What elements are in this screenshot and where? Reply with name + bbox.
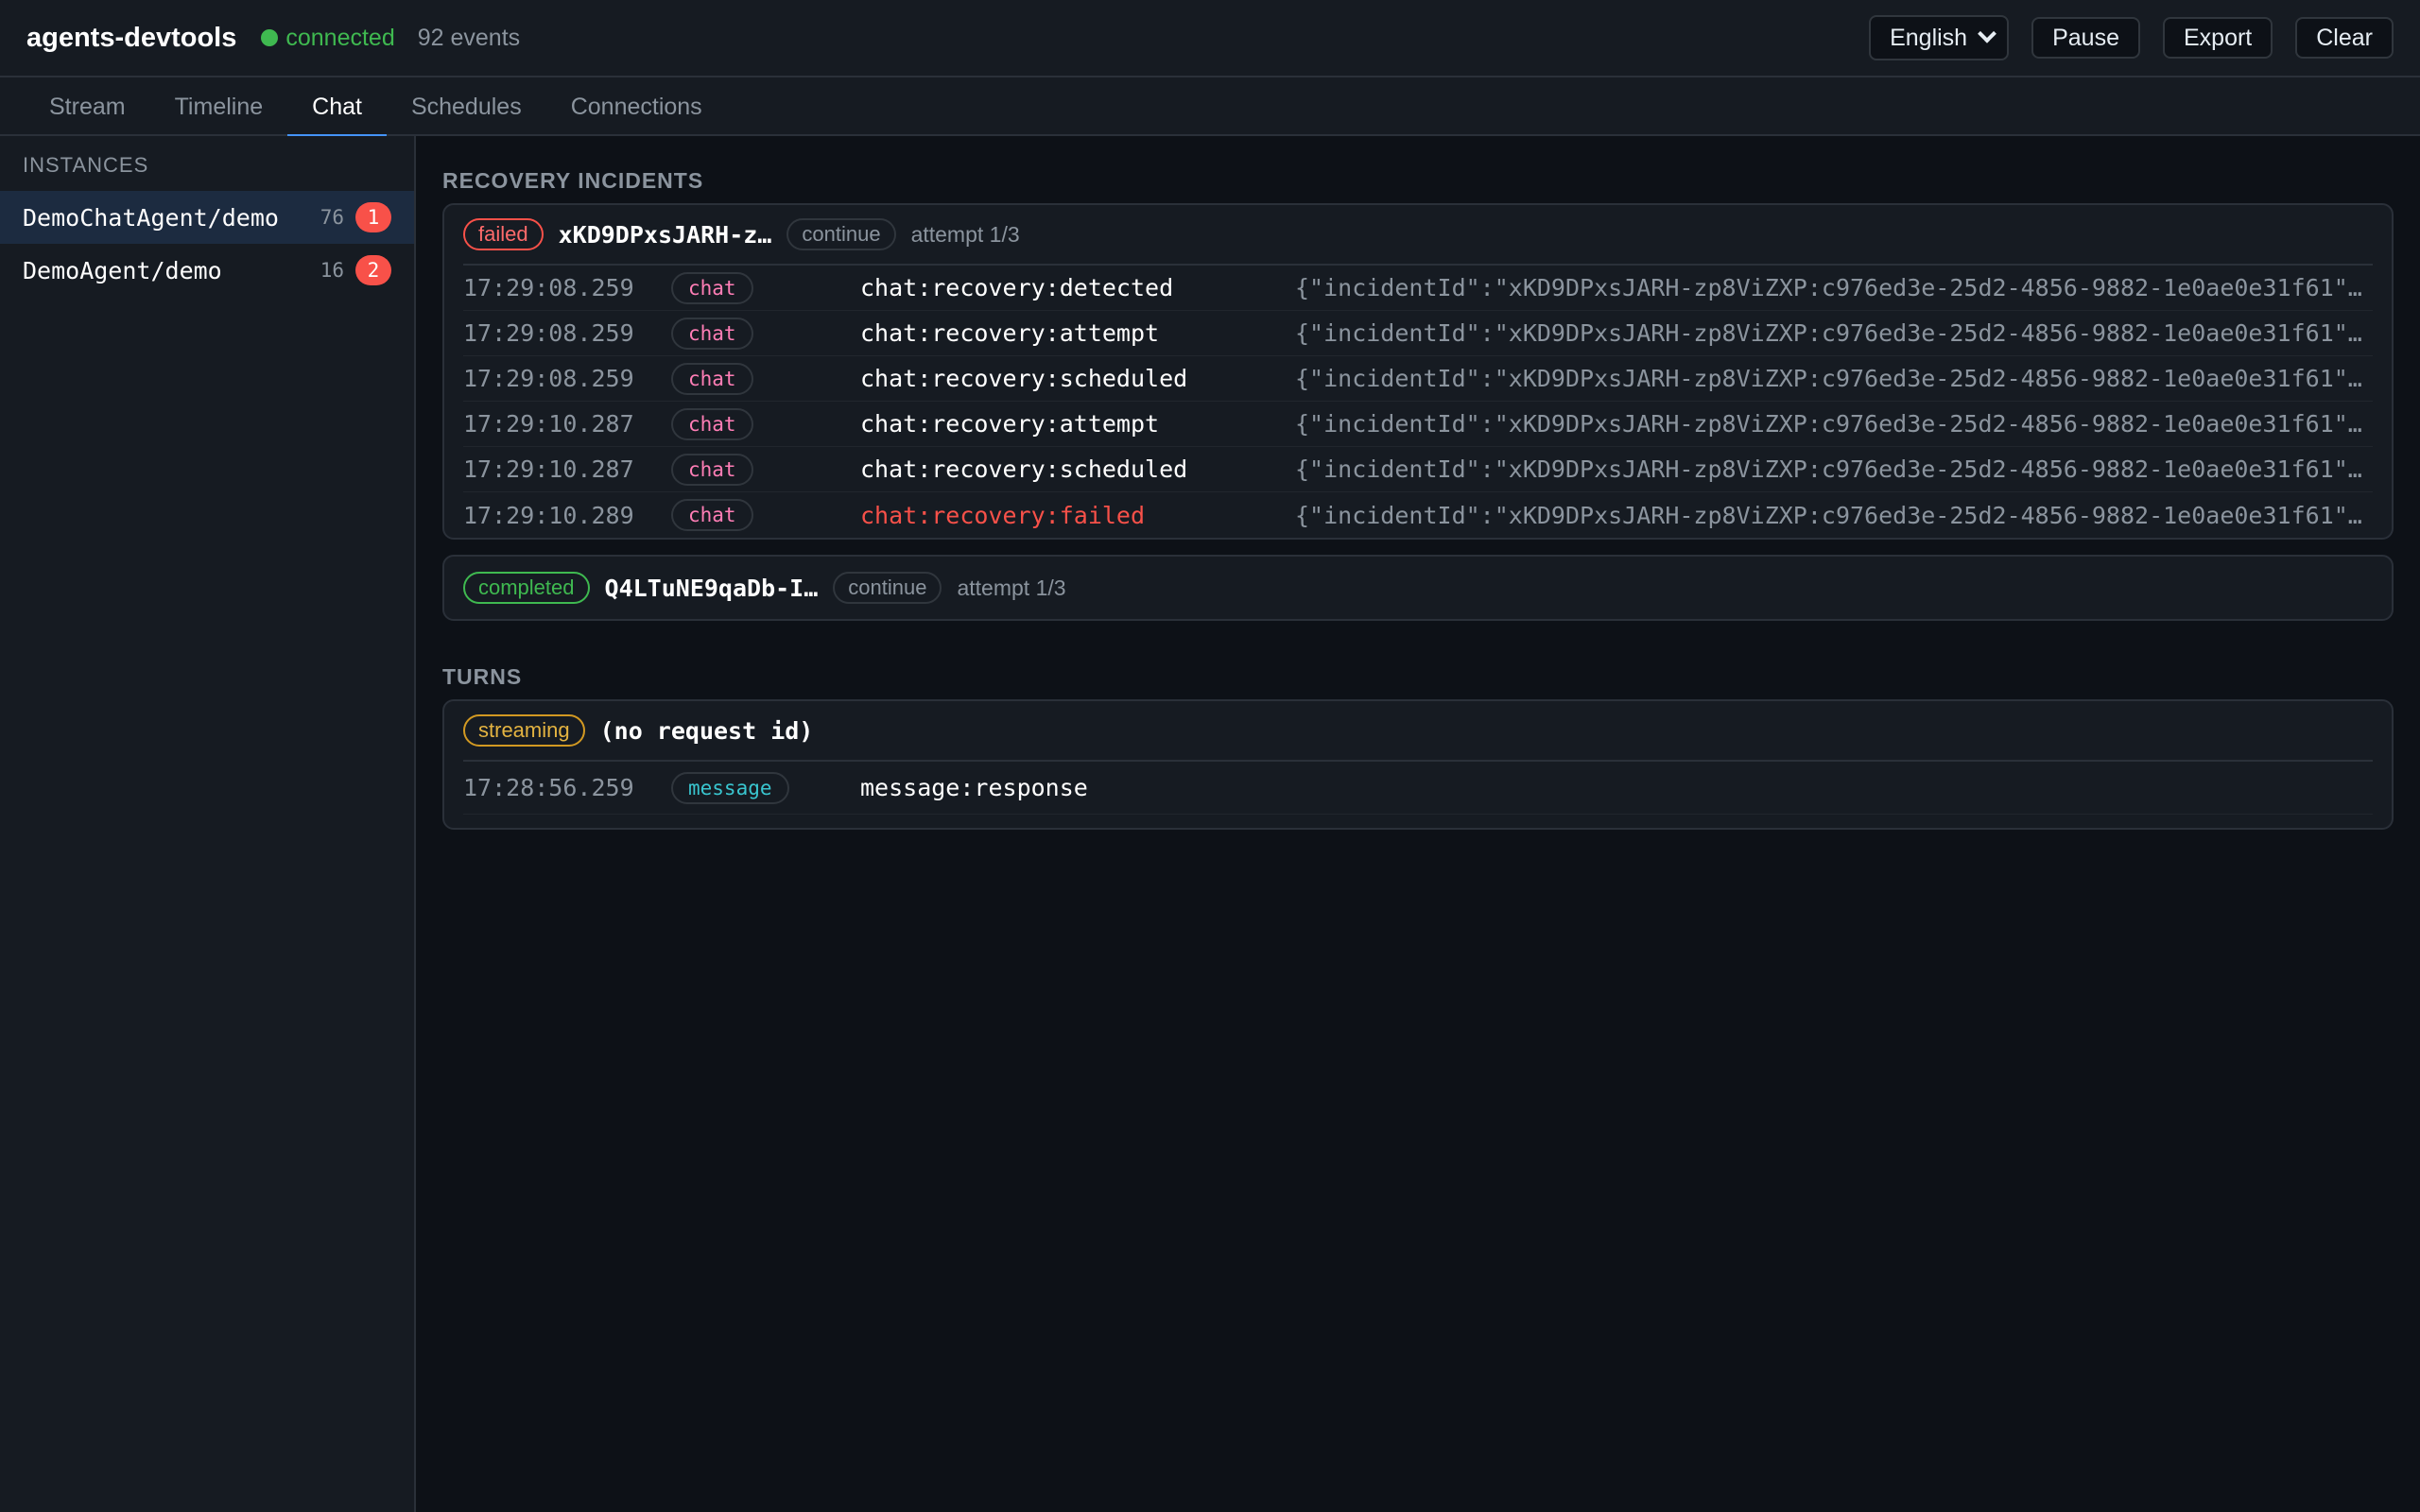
chevron-down-icon	[1978, 24, 1996, 43]
event-payload: {"incidentId":"xKD9DPxsJARH-zp8ViZXP:c97…	[1295, 365, 2373, 392]
tab-chat[interactable]: Chat	[287, 77, 387, 138]
incident-card[interactable]: failed xKD9DPxsJARH-z… continue attempt …	[442, 203, 2394, 540]
mode-badge: continue	[786, 218, 896, 250]
instance-event-count: 76	[320, 206, 344, 229]
event-type: chat:recovery:detected	[860, 274, 1174, 301]
event-row[interactable]: 17:29:10.287 chat chat:recovery:schedule…	[463, 447, 2373, 492]
tab-connections[interactable]: Connections	[546, 77, 727, 136]
event-time: 17:29:08.259	[463, 274, 634, 301]
status-text: connected	[285, 24, 395, 51]
sidebar-heading: INSTANCES	[23, 153, 149, 177]
event-tag: chat	[671, 362, 753, 395]
pause-button[interactable]: Pause	[2031, 17, 2140, 59]
event-tag: chat	[671, 271, 753, 304]
event-type: chat:recovery:attempt	[860, 319, 1160, 347]
event-payload: {"incidentId":"xKD9DPxsJARH-zp8ViZXP:c97…	[1295, 501, 2373, 529]
event-row[interactable]: 17:29:08.259 chat chat:recovery:schedule…	[463, 356, 2373, 402]
clear-button[interactable]: Clear	[2295, 17, 2394, 59]
mode-badge: continue	[833, 572, 942, 604]
status-dot-icon	[261, 29, 279, 46]
instance-error-badge: 1	[355, 202, 391, 232]
event-payload: {"incidentId":"xKD9DPxsJARH-zp8ViZXP:c97…	[1295, 274, 2373, 301]
language-value: English	[1890, 24, 1968, 51]
incident-card[interactable]: completed Q4LTuNE9qaDb-I… continue attem…	[442, 555, 2394, 621]
attempt-count: attempt 1/3	[957, 575, 1066, 600]
main-panel: RECOVERY INCIDENTS failed xKD9DPxsJARH-z…	[442, 136, 2394, 830]
instance-item[interactable]: DemoAgent/demo 16 2	[0, 244, 414, 297]
export-button[interactable]: Export	[2162, 17, 2273, 59]
event-type: chat:recovery:attempt	[860, 410, 1160, 438]
event-row[interactable]: 17:29:10.287 chat chat:recovery:attempt …	[463, 402, 2373, 447]
events-count: 92 events	[417, 24, 521, 51]
connection-status: connected	[261, 24, 395, 52]
instances-sidebar: INSTANCES DemoChatAgent/demo 76 1 DemoAg…	[0, 136, 416, 1512]
event-tag: message	[671, 771, 789, 804]
instance-error-badge: 2	[355, 255, 391, 285]
event-row[interactable]: 17:28:56.259 message message:response	[463, 762, 2373, 815]
event-row[interactable]: 17:29:10.289 chat chat:recovery:failed {…	[463, 492, 2373, 538]
event-payload: {"incidentId":"xKD9DPxsJARH-zp8ViZXP:c97…	[1295, 410, 2373, 438]
event-tag: chat	[671, 317, 753, 350]
event-row[interactable]: 17:29:08.259 chat chat:recovery:attempt …	[463, 311, 2373, 356]
instance-name: DemoChatAgent/demo	[23, 203, 279, 232]
attempt-count: attempt 1/3	[910, 221, 1020, 247]
status-badge: completed	[463, 572, 590, 604]
event-type: message:response	[860, 774, 1088, 801]
status-badge: failed	[463, 218, 544, 250]
instance-item[interactable]: DemoChatAgent/demo 76 1	[0, 191, 414, 244]
event-time: 17:28:56.259	[463, 774, 634, 801]
tab-stream[interactable]: Stream	[25, 77, 150, 136]
event-time: 17:29:08.259	[463, 365, 634, 392]
incident-header[interactable]: completed Q4LTuNE9qaDb-I… continue attem…	[463, 557, 2373, 619]
app-title: agents-devtools	[26, 22, 237, 53]
recovery-section-title: RECOVERY INCIDENTS	[442, 168, 704, 193]
request-id: (no request id)	[599, 716, 814, 745]
event-payload: {"incidentId":"xKD9DPxsJARH-zp8ViZXP:c97…	[1295, 455, 2373, 483]
event-time: 17:29:10.289	[463, 501, 634, 529]
event-tag: chat	[671, 453, 753, 486]
turn-events: 17:28:56.259 message message:response	[463, 760, 2373, 815]
event-type: chat:recovery:failed	[860, 501, 1146, 529]
event-row[interactable]: 17:29:08.259 chat chat:recovery:detected…	[463, 266, 2373, 311]
top-bar: agents-devtools connected 92 events Engl…	[0, 0, 2420, 77]
tab-schedules[interactable]: Schedules	[387, 77, 546, 136]
turn-header[interactable]: streaming (no request id)	[463, 701, 2373, 760]
status-badge: streaming	[463, 714, 585, 747]
event-tag: chat	[671, 407, 753, 440]
language-select[interactable]: English	[1869, 15, 2010, 60]
incident-events: 17:29:08.259 chat chat:recovery:detected…	[463, 264, 2373, 538]
event-time: 17:29:10.287	[463, 410, 634, 438]
event-type: chat:recovery:scheduled	[860, 455, 1188, 483]
instance-event-count: 16	[320, 259, 344, 282]
incident-id: Q4LTuNE9qaDb-I…	[604, 574, 819, 602]
tab-timeline[interactable]: Timeline	[150, 77, 288, 136]
event-tag: chat	[671, 499, 753, 531]
event-time: 17:29:10.287	[463, 455, 634, 483]
turns-section-title: TURNS	[442, 664, 523, 689]
event-time: 17:29:08.259	[463, 319, 634, 347]
tab-bar: Stream Timeline Chat Schedules Connectio…	[0, 77, 2420, 138]
incident-header[interactable]: failed xKD9DPxsJARH-z… continue attempt …	[463, 205, 2373, 264]
event-type: chat:recovery:scheduled	[860, 365, 1188, 392]
incident-id: xKD9DPxsJARH-z…	[558, 220, 772, 249]
instance-name: DemoAgent/demo	[23, 256, 222, 284]
event-payload: {"incidentId":"xKD9DPxsJARH-zp8ViZXP:c97…	[1295, 319, 2373, 347]
turn-card[interactable]: streaming (no request id) 17:28:56.259 m…	[442, 699, 2394, 830]
